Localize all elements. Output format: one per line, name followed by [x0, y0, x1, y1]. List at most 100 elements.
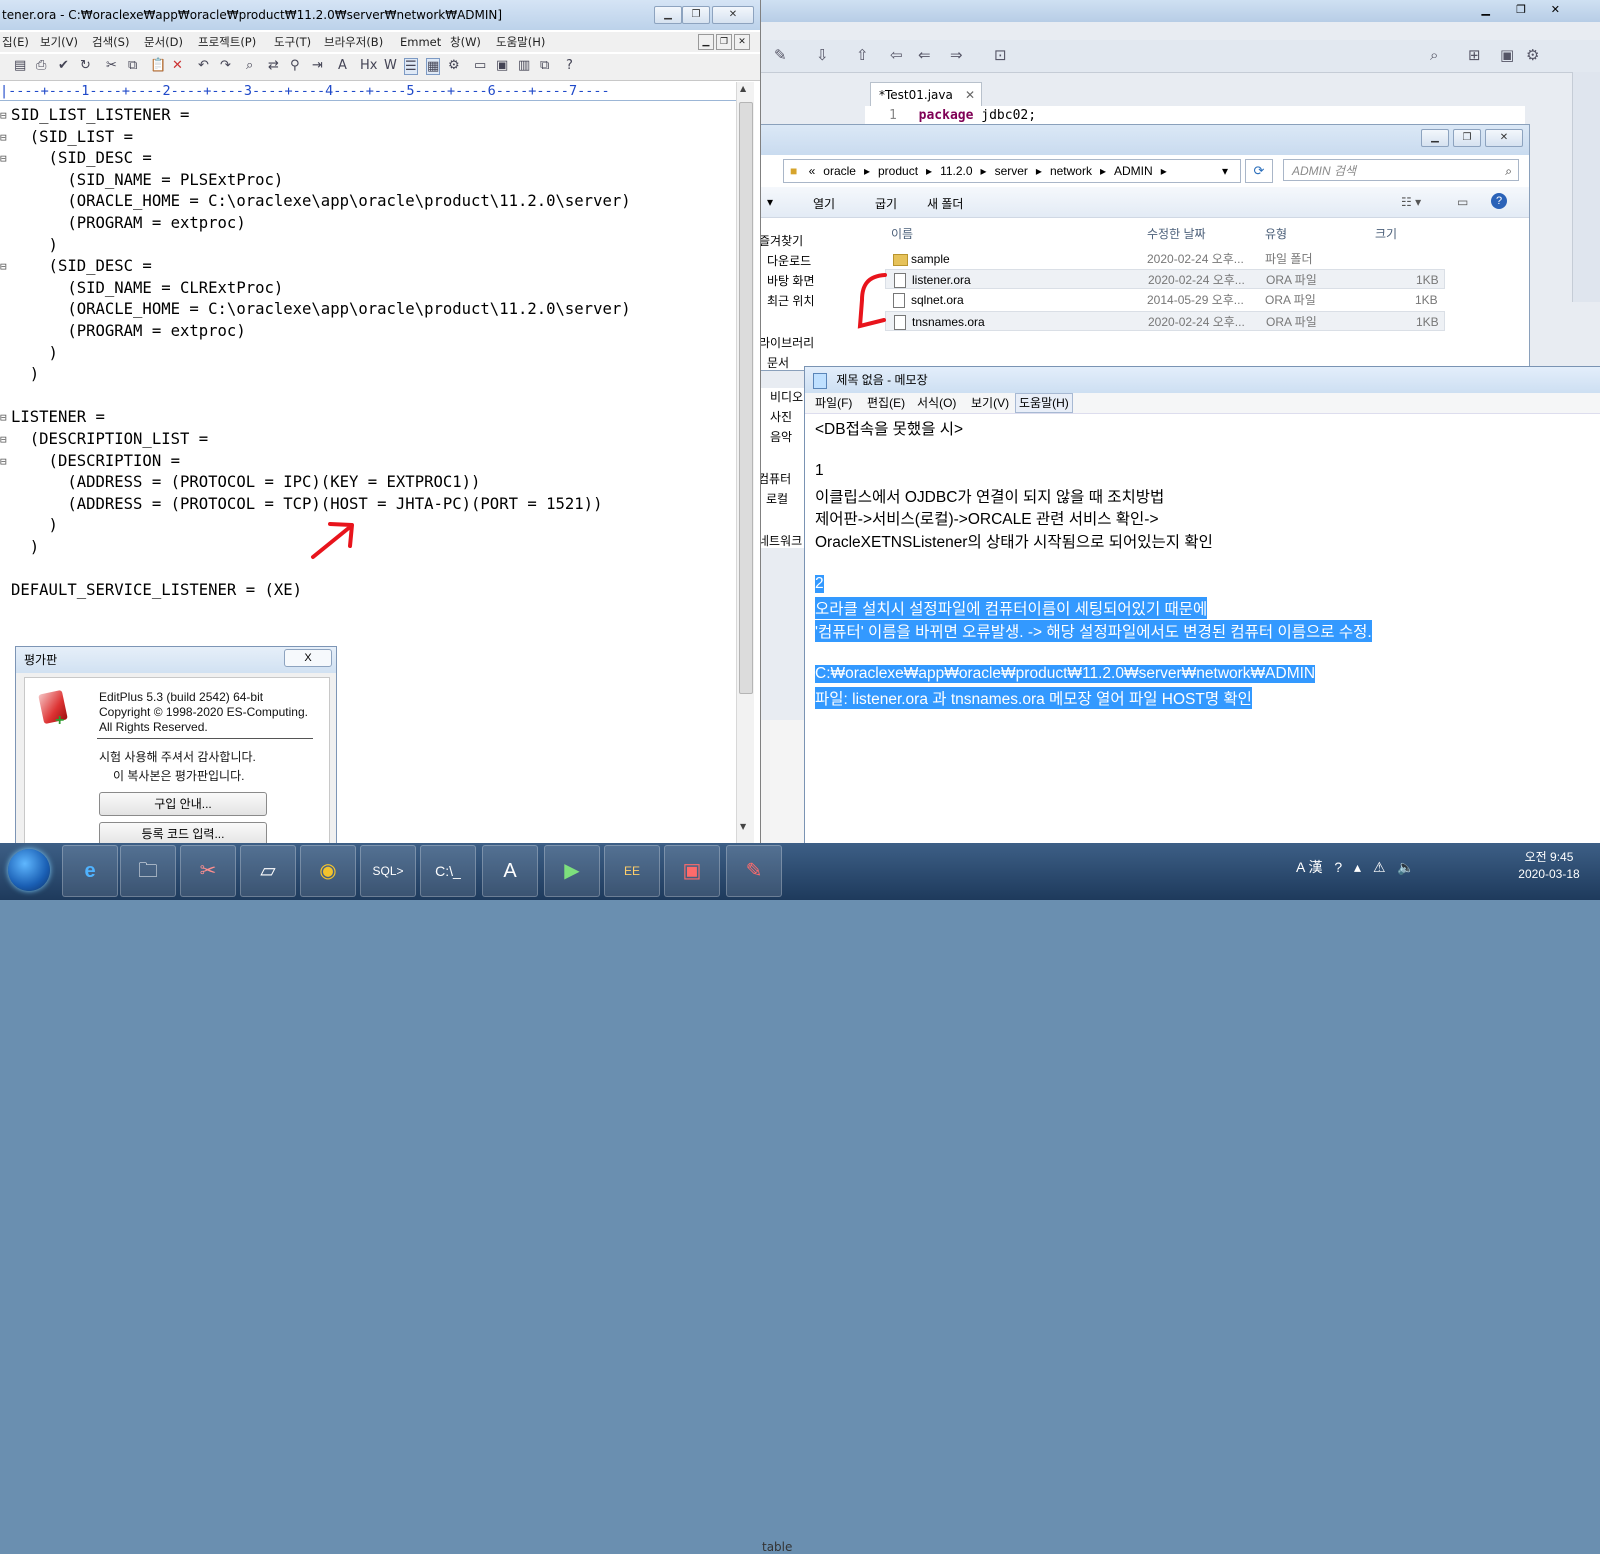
scroll-thumb[interactable] [739, 102, 753, 694]
refresh-icon[interactable]: ↻ [80, 58, 91, 73]
explorer-taskbar-icon[interactable]: 🗀 [120, 845, 176, 897]
header-type[interactable]: 유형 [1265, 225, 1287, 242]
nav-network[interactable]: 네트워크 [758, 532, 802, 549]
doc-restore-icon[interactable]: ❐ [716, 34, 732, 50]
fold-marker-icon[interactable]: ⊟ [0, 433, 7, 446]
menu-document[interactable]: 문서(D) [144, 32, 183, 52]
menu-project[interactable]: 프로젝트(P) [198, 32, 256, 52]
close-icon[interactable]: ✕ [1551, 3, 1560, 16]
fold-marker-icon[interactable]: ⊟ [0, 109, 7, 122]
file-row-sqlnet[interactable]: sqlnet.ora 2014-05-29 오후... ORA 파일 1KB [885, 290, 1445, 310]
doc-close-icon[interactable]: ✕ [734, 34, 750, 50]
find-icon[interactable]: ⌕ [246, 58, 253, 73]
menu-tools[interactable]: 도구(T) [274, 32, 311, 52]
menu-edit[interactable]: 집(E) [2, 32, 29, 52]
address-bar[interactable]: ■ « oracle ▸ product ▸ 11.2.0 ▸ server ▸ network ▸… [783, 159, 1241, 183]
nav-pictures[interactable]: 사진 [770, 408, 792, 425]
breadcrumb-separator-icon[interactable]: ▸ [1161, 164, 1167, 178]
eclipse-icon[interactable]: EE [604, 845, 660, 897]
nav-libraries[interactable]: 라이브러리 [759, 334, 814, 351]
file-row-sample[interactable]: sample 2020-02-24 오후... 파일 폴더 [885, 249, 1445, 269]
sqlplus-icon[interactable]: SQL> [360, 845, 416, 897]
maximize-button[interactable]: ❐ [1453, 129, 1481, 147]
network-tray-icon[interactable]: ⚠ [1373, 859, 1386, 875]
breadcrumb-separator-icon[interactable]: ▸ [926, 164, 932, 178]
linenumber-toggle-icon[interactable]: ▦ [426, 58, 441, 75]
editor-tab[interactable]: *Test01.java ✕ [870, 82, 982, 106]
media-icon[interactable]: ▶ [544, 845, 600, 897]
scroll-up-icon[interactable]: ▲ [740, 84, 746, 93]
search-icon[interactable]: ⌕ [1430, 46, 1438, 64]
breadcrumb[interactable]: « oracle ▸ product ▸ 11.2.0 ▸ server ▸ network ▸ AD… [809, 164, 1175, 178]
copy-icon[interactable]: ⧉ [128, 58, 137, 73]
menu-view[interactable]: 보기(V) [40, 32, 78, 52]
wordwrap-icon[interactable]: W [384, 58, 397, 73]
doc-minimize-icon[interactable]: ▁ [698, 34, 714, 50]
chevron-down-icon[interactable]: ▾ [1222, 160, 1228, 182]
restore-icon[interactable]: ❐ [1516, 3, 1526, 16]
nav-videos[interactable]: 비디오 [770, 388, 803, 405]
cmd-icon[interactable]: C:\_ [420, 845, 476, 897]
minimize-button[interactable]: ▁ [1421, 129, 1449, 147]
fold-marker-icon[interactable]: ⊟ [0, 411, 7, 424]
notepad-taskbar-icon[interactable]: ▱ [240, 845, 296, 897]
open-command[interactable]: 열기 [813, 195, 835, 212]
volume-tray-icon[interactable]: 🔈 [1397, 859, 1414, 875]
fold-marker-icon[interactable]: ⊟ [0, 455, 7, 468]
snipping-tool-icon[interactable]: ✂ [180, 845, 236, 897]
breadcrumb-item[interactable]: server [995, 164, 1028, 178]
scroll-down-icon[interactable]: ▼ [740, 822, 746, 831]
java-perspective-icon[interactable]: ▣ [1500, 46, 1514, 64]
close-button[interactable]: ✕ [1485, 129, 1523, 147]
find-in-files-icon[interactable]: ⚲ [290, 58, 300, 73]
editplus-taskbar-icon[interactable]: ✎ [726, 845, 782, 897]
nav-local-disk[interactable]: 로컬 [766, 490, 788, 507]
breadcrumb-item[interactable]: 11.2.0 [940, 164, 972, 178]
spellcheck-icon[interactable]: ✔ [58, 58, 69, 73]
fold-marker-icon[interactable]: ⊟ [0, 152, 7, 165]
burn-command[interactable]: 굽기 [875, 195, 897, 212]
header-size[interactable]: 크기 [1375, 225, 1397, 242]
chrome-icon[interactable]: ◉ [300, 845, 356, 897]
start-button[interactable] [8, 849, 50, 891]
upload-icon[interactable]: ⇧ [856, 46, 869, 64]
wand-icon[interactable]: ✎ [774, 46, 787, 64]
menu-format[interactable]: 서식(O) [917, 393, 956, 413]
toolbox-icon[interactable]: ▣ [664, 845, 720, 897]
minimize-icon[interactable]: ▁ [1482, 3, 1490, 16]
open-icon[interactable]: ⊡ [994, 46, 1007, 64]
header-date[interactable]: 수정한 날짜 [1147, 225, 1206, 242]
file-row-tnsnames[interactable]: tnsnames.ora 2020-02-24 오후... ORA 파일 1KB [885, 311, 1445, 331]
download-icon[interactable]: ⇩ [816, 46, 829, 64]
breadcrumb-item[interactable]: product [878, 164, 918, 178]
menu-window[interactable]: 창(W) [450, 32, 481, 52]
vertical-scrollbar[interactable]: ▲ ▼ [736, 82, 754, 844]
tray-expand-icon[interactable]: ▴ [1354, 859, 1361, 875]
nav-downloads[interactable]: 다운로드 [767, 252, 811, 269]
menu-browser[interactable]: 브라우저(B) [324, 32, 383, 52]
nav-recent[interactable]: 최근 위치 [767, 292, 815, 309]
back-icon[interactable]: ⇦ [890, 46, 903, 64]
maximize-button[interactable]: ❐ [682, 6, 710, 24]
new-file-icon[interactable]: ▤ [14, 58, 26, 73]
font-icon[interactable]: A [338, 58, 347, 73]
menu-view[interactable]: 보기(V) [971, 393, 1009, 413]
replace-icon[interactable]: ⇄ [268, 58, 279, 73]
preview-icon[interactable]: ▣ [496, 58, 508, 73]
file-row-listener[interactable]: listener.ora 2020-02-24 오후... ORA 파일 1KB [885, 269, 1445, 289]
breadcrumb-separator-icon[interactable]: ▸ [1036, 164, 1042, 178]
buy-button[interactable]: 구입 안내... [99, 792, 267, 816]
breadcrumb-item[interactable]: network [1050, 164, 1092, 178]
new-folder-command[interactable]: 새 폴더 [927, 195, 963, 212]
browser-icon[interactable]: ▭ [474, 58, 486, 73]
menu-help[interactable]: 도움말(H) [496, 32, 545, 52]
forward-nav-icon[interactable]: ⇒ [950, 46, 963, 64]
nav-computer[interactable]: 컴퓨터 [758, 470, 791, 487]
menu-search[interactable]: 검색(S) [92, 32, 129, 52]
ruler-toggle-icon[interactable]: ☰ [404, 58, 418, 75]
preview-pane-icon[interactable]: ▭ [1457, 195, 1468, 209]
header-name[interactable]: 이름 [891, 225, 913, 242]
ie-icon[interactable]: e [62, 845, 118, 897]
menu-emmet[interactable]: Emmet [400, 32, 441, 52]
dialog-close-button[interactable]: X [284, 649, 332, 667]
